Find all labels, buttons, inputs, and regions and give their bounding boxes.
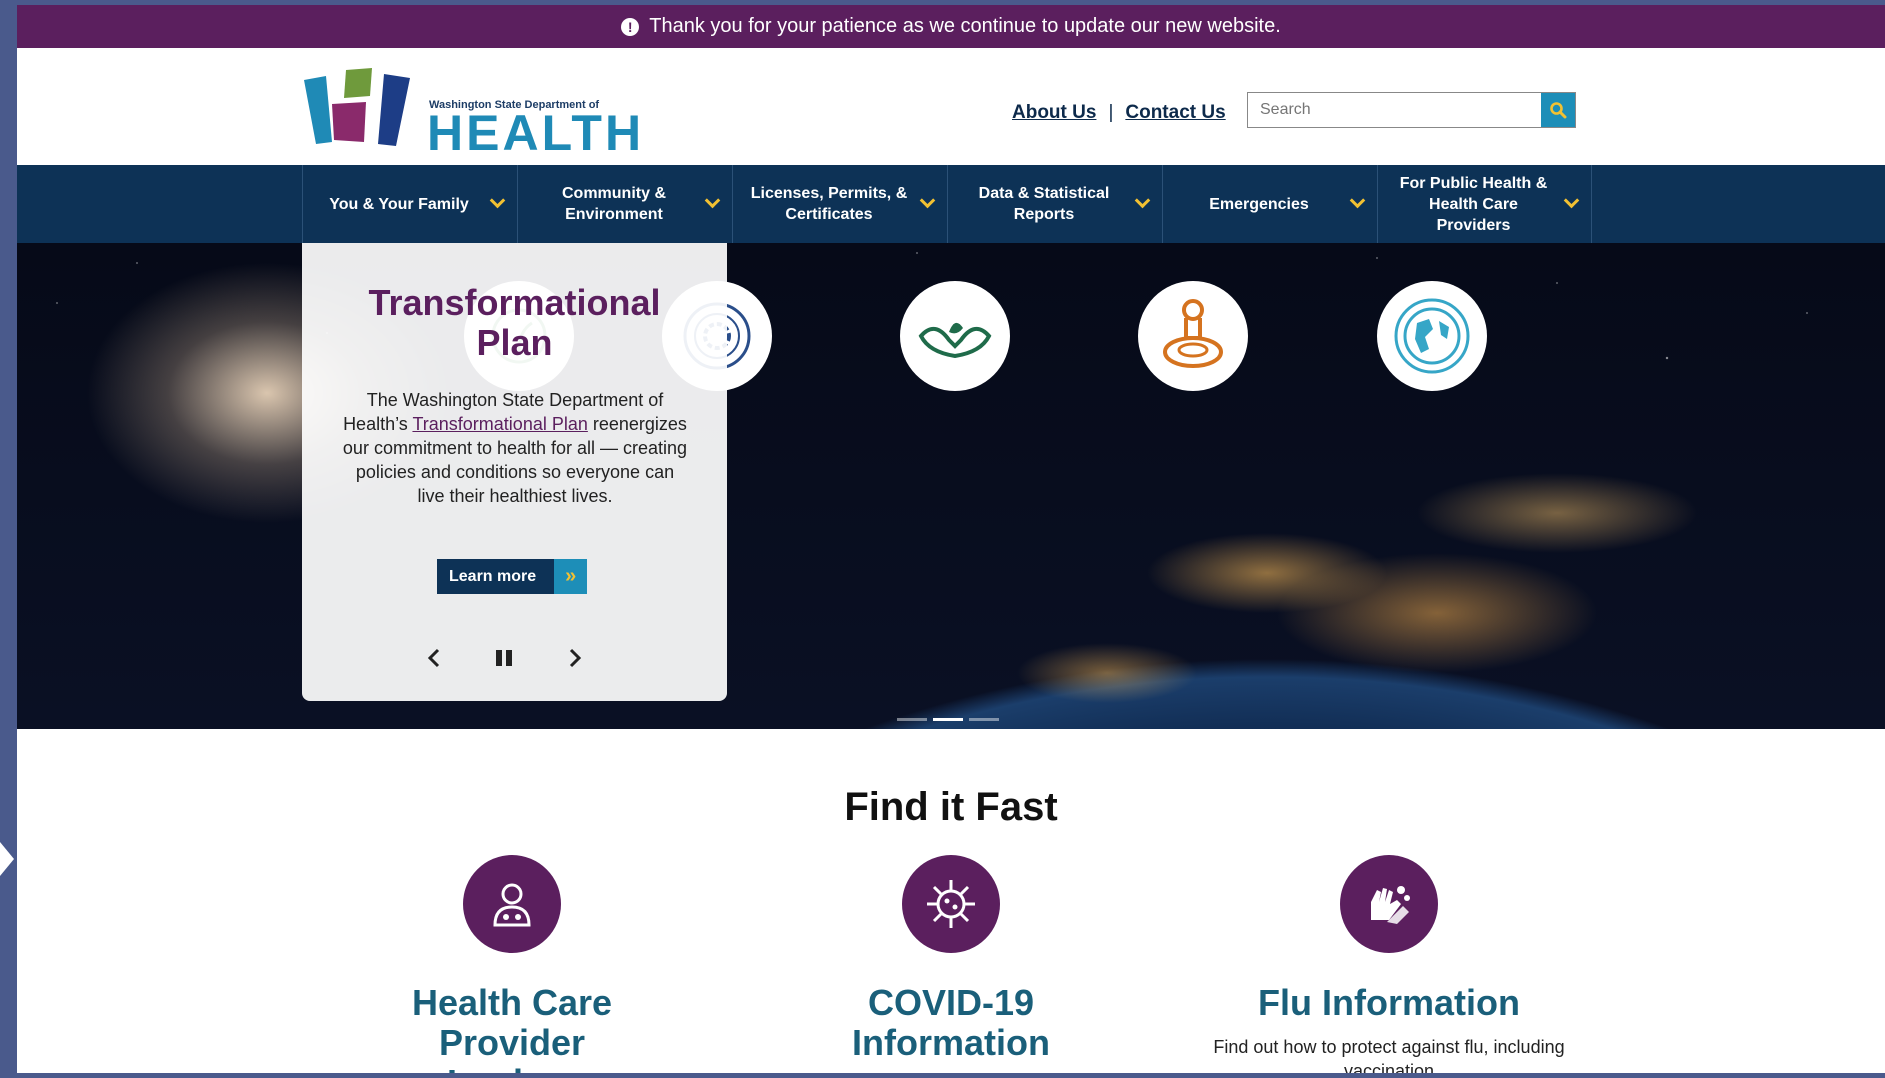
nav-item-community[interactable]: Community & Environment [517, 165, 732, 243]
hero-description: The Washington State Department of Healt… [340, 388, 690, 508]
fif-item-covid[interactable]: COVID-19 Information [731, 855, 1171, 1063]
chevron-down-icon [1349, 192, 1366, 209]
carousel-dot-active[interactable] [933, 718, 963, 721]
nav-item-label: For Public Health & Health Care Provider… [1399, 174, 1548, 234]
provider-icon [463, 855, 561, 953]
chevron-down-icon [489, 192, 506, 209]
fif-item-description: Find out how to protect against flu, inc… [1213, 1037, 1565, 1073]
alert-banner: ! Thank you for your patience as we cont… [17, 5, 1885, 48]
fif-item-title: COVID-19 Information [852, 982, 1050, 1063]
hero-carousel: Transformational Plan The Washington Sta… [17, 243, 1885, 729]
browser-page: ! Thank you for your patience as we cont… [17, 5, 1885, 1073]
hero-title: Transformational Plan [302, 283, 727, 363]
about-us-link[interactable]: About Us [1012, 102, 1096, 124]
nav-item-label: Emergencies [1209, 195, 1309, 213]
exclamation-icon: ! [621, 17, 640, 36]
find-it-fast-heading: Find it Fast [844, 785, 1058, 829]
fif-item-provider-lookup[interactable]: Health Care Provider Lookup [292, 855, 732, 1073]
chevron-left-icon [427, 648, 440, 668]
search-button[interactable] [1541, 93, 1575, 127]
site-logo[interactable]: Washington State Department of HEALTH [302, 66, 647, 158]
chevron-down-icon [919, 192, 936, 209]
carousel-dot[interactable] [897, 718, 927, 721]
chevron-down-icon [1134, 192, 1151, 209]
chevron-down-icon [704, 192, 721, 209]
nav-item-label: Data & Statistical Reports [978, 185, 1110, 223]
city-lights [917, 453, 1697, 729]
nav-item-label: Community & Environment [562, 185, 666, 223]
fif-item-flu[interactable]: Flu Information Find out how to protect … [1169, 855, 1609, 1073]
main-nav: You & Your Family Community & Environmen… [17, 165, 1885, 243]
fif-item-title: Flu Information [1258, 982, 1520, 1023]
handwash-icon [1340, 855, 1438, 953]
logo-title: HEALTH [427, 105, 645, 161]
site-header: Washington State Department of HEALTH Ab… [17, 48, 1885, 165]
alert-text: Thank you for your patience as we contin… [649, 15, 1281, 37]
carousel-indicators [897, 718, 999, 721]
nav-item-emergencies[interactable]: Emergencies [1162, 165, 1377, 243]
nav-item-providers[interactable]: For Public Health & Health Care Provider… [1377, 165, 1592, 243]
hands-leaf-icon [900, 281, 1010, 391]
hero-card: Transformational Plan The Washington Sta… [302, 243, 727, 701]
carousel-dot[interactable] [969, 718, 999, 721]
nav-item-label: Licenses, Permits, & Certificates [750, 185, 908, 223]
stamp-icon [1138, 281, 1248, 391]
link-separator: | [1108, 102, 1114, 123]
pause-icon [496, 650, 512, 666]
nav-item-licenses[interactable]: Licenses, Permits, & Certificates [732, 165, 947, 243]
nav-item-label: You & Your Family [329, 195, 469, 213]
carousel-prev-button[interactable] [419, 643, 449, 673]
search-input[interactable] [1248, 93, 1541, 127]
chevron-right-icon [569, 648, 582, 668]
nav-item-data-reports[interactable]: Data & Statistical Reports [947, 165, 1162, 243]
fif-item-title: Health Care Provider Lookup [411, 982, 613, 1074]
virus-icon [902, 855, 1000, 953]
contact-us-link[interactable]: Contact Us [1125, 102, 1225, 124]
search-box [1247, 92, 1576, 128]
side-tab-arrow[interactable] [0, 842, 14, 876]
learn-more-label: Learn more [449, 567, 537, 585]
nav-item-you-and-family[interactable]: You & Your Family [302, 165, 517, 243]
chevron-down-icon [1563, 192, 1580, 209]
learn-more-button[interactable]: Learn more » [437, 559, 588, 594]
utility-links: About Us | Contact Us [1012, 102, 1226, 124]
double-chevron-right-icon: » [554, 559, 588, 594]
carousel-pause-button[interactable] [489, 643, 519, 673]
hero-title-text: Transformational Plan [368, 282, 661, 363]
carousel-next-button[interactable] [560, 643, 590, 673]
search-icon [1550, 102, 1567, 119]
globe-icon [1377, 281, 1487, 391]
transformational-plan-link[interactable]: Transformational Plan [412, 414, 587, 434]
